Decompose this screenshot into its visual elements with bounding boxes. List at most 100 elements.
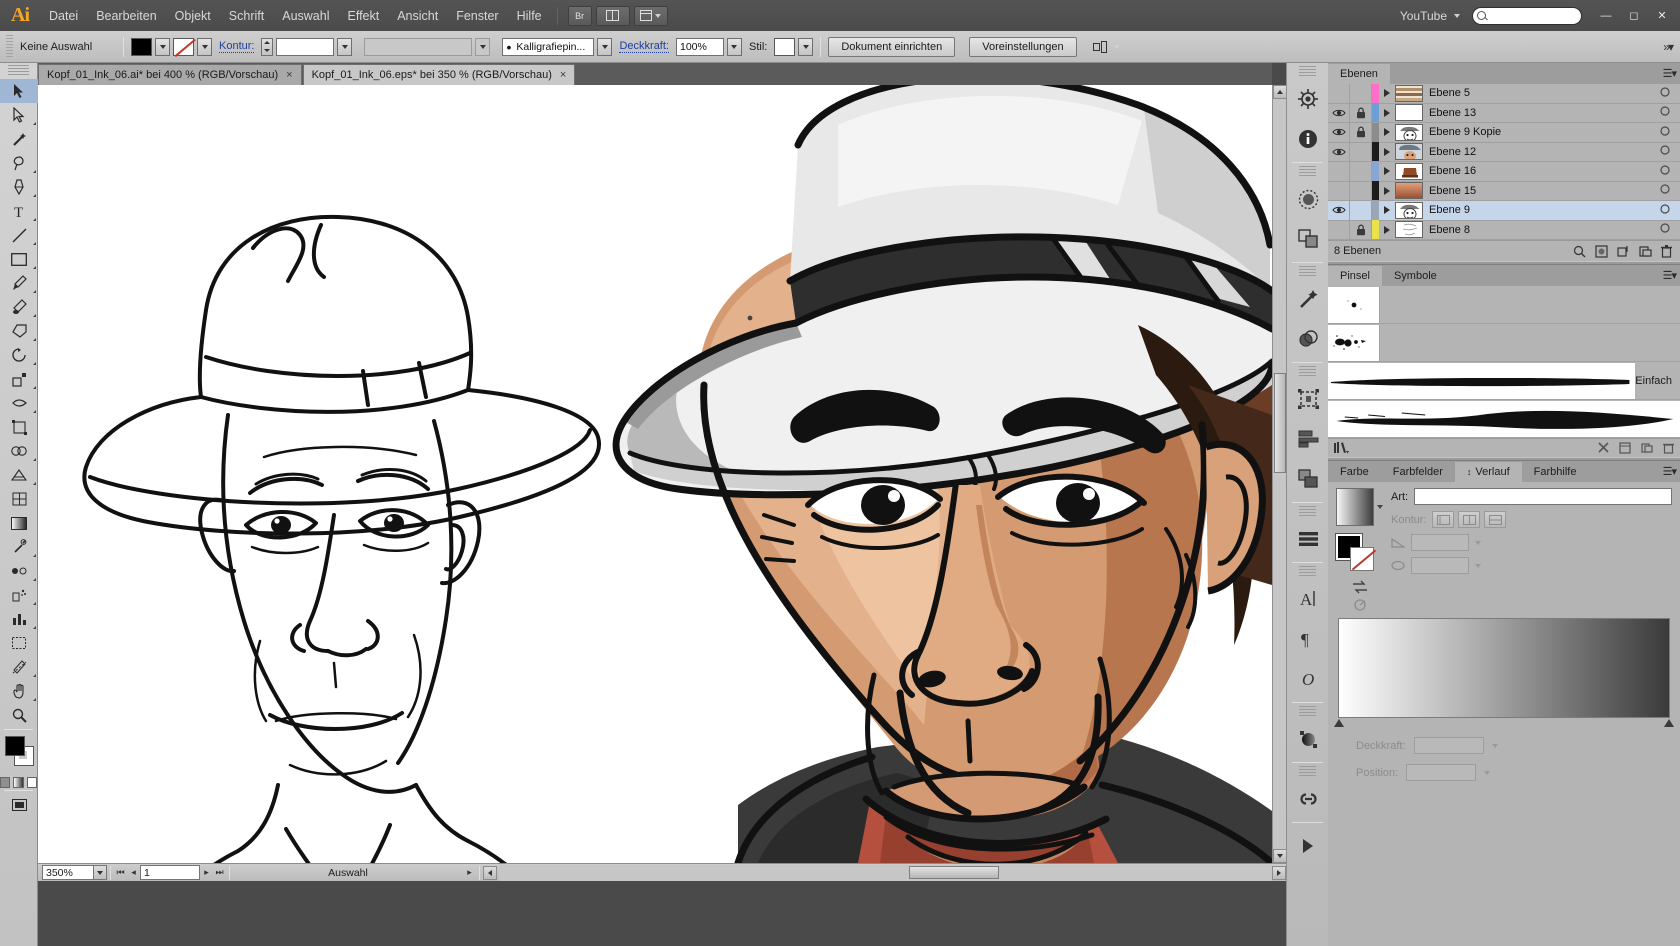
brush-definition-dropdown[interactable]: [597, 38, 612, 56]
gradient-stops-track[interactable]: [1338, 718, 1670, 732]
last-page-button[interactable]: ⏭: [213, 865, 226, 880]
paragraph-panel-icon[interactable]: ¶: [1287, 619, 1329, 659]
menu-datei[interactable]: Datei: [40, 5, 87, 27]
layer-visibility-toggle[interactable]: [1328, 201, 1350, 220]
layers-panel-icon[interactable]: [1287, 459, 1329, 499]
menu-fenster[interactable]: Fenster: [447, 5, 507, 27]
pathfinder-panel-icon[interactable]: [1287, 219, 1329, 259]
slice-tool[interactable]: [0, 655, 38, 679]
vertical-scroll-thumb[interactable]: [1274, 373, 1286, 473]
dock-group-grip[interactable]: [1299, 266, 1316, 276]
brush-row[interactable]: [1328, 400, 1680, 438]
canvas-vertical-scrollbar[interactable]: [1272, 85, 1286, 863]
fill-color-swatch[interactable]: [131, 38, 152, 56]
layer-visibility-toggle[interactable]: [1328, 123, 1350, 142]
magic-wand-panel-icon[interactable]: [1287, 279, 1329, 319]
type-tool[interactable]: T: [0, 199, 38, 223]
opacity-chevron-down-icon[interactable]: [1492, 744, 1498, 748]
gradient-type-select[interactable]: [1414, 488, 1672, 505]
perspective-grid-tool[interactable]: [0, 463, 38, 487]
gradient-tool[interactable]: [0, 511, 38, 535]
graphic-style-dropdown[interactable]: [798, 38, 813, 56]
brush-definition-field[interactable]: • Kalligrafiepin...: [502, 38, 594, 56]
free-transform-tool[interactable]: [0, 415, 38, 439]
dock-group-grip[interactable]: [1299, 566, 1316, 576]
tab-farbfelder[interactable]: Farbfelder: [1381, 462, 1455, 482]
zoom-level-dropdown[interactable]: [94, 865, 107, 880]
panel-menu-icon[interactable]: ☰▾: [1663, 67, 1676, 80]
layer-visibility-toggle[interactable]: [1328, 103, 1350, 122]
menu-effekt[interactable]: Effekt: [338, 5, 388, 27]
make-clipping-mask-icon[interactable]: [1595, 245, 1608, 258]
gradient-presets-chevron-down-icon[interactable]: [1377, 505, 1383, 509]
dock-group-grip[interactable]: [1299, 506, 1316, 516]
align-panel-icon[interactable]: [1287, 419, 1329, 459]
next-page-button[interactable]: ▸: [200, 865, 213, 880]
tab-farbe[interactable]: Farbe: [1328, 462, 1381, 482]
brush-options-icon[interactable]: [1619, 442, 1631, 454]
scroll-left-button[interactable]: [483, 866, 497, 880]
zoom-tool[interactable]: [0, 703, 38, 727]
shape-builder-tool[interactable]: [0, 439, 38, 463]
character-panel-icon[interactable]: A: [1287, 579, 1329, 619]
tools-panel-grip[interactable]: [8, 65, 29, 77]
info-panel-icon[interactable]: [1287, 119, 1329, 159]
arrange-documents-button[interactable]: [596, 6, 630, 26]
double-arrow-icon[interactable]: »▾: [1663, 40, 1672, 54]
brush-row[interactable]: Einfach: [1328, 362, 1680, 400]
dock-rail-grip[interactable]: [1299, 66, 1316, 76]
artboard-canvas[interactable]: [38, 85, 1272, 863]
previous-page-button[interactable]: ◂: [127, 865, 140, 880]
youtube-chevron-down-icon[interactable]: [1454, 14, 1460, 18]
opacity-dropdown[interactable]: [727, 38, 742, 56]
layer-target-indicator[interactable]: [1660, 165, 1680, 178]
new-sublayer-icon[interactable]: [1617, 245, 1630, 258]
layer-row-ebene-9[interactable]: Ebene 9: [1328, 201, 1680, 221]
fill-stroke-indicator[interactable]: [0, 734, 38, 774]
layer-visibility-toggle[interactable]: [1328, 181, 1350, 200]
stroke-weight-stepper[interactable]: [261, 38, 273, 56]
layer-lock-toggle[interactable]: [1350, 103, 1372, 122]
blob-brush-tool[interactable]: [0, 295, 38, 319]
layer-target-indicator[interactable]: [1660, 223, 1680, 236]
stroke-weight-field[interactable]: [276, 38, 334, 56]
new-brush-icon[interactable]: [1641, 442, 1653, 454]
layer-target-indicator[interactable]: [1660, 204, 1680, 217]
layer-lock-toggle[interactable]: [1350, 142, 1372, 161]
document-tab-eps[interactable]: Kopf_01_Ink_06.eps* bei 350 % (RGB/Vorsc…: [303, 64, 576, 85]
align-chevron-down-icon[interactable]: [1114, 45, 1120, 49]
dock-group-grip[interactable]: [1299, 766, 1316, 776]
close-icon[interactable]: ×: [560, 69, 566, 81]
eraser-tool[interactable]: [0, 319, 38, 343]
dock-group-grip[interactable]: [1299, 706, 1316, 716]
layer-lock-toggle[interactable]: [1350, 201, 1372, 220]
layer-target-indicator[interactable]: [1660, 145, 1680, 158]
transparency-panel-icon[interactable]: [1287, 179, 1329, 219]
stroke-weight-dropdown[interactable]: [337, 38, 352, 56]
layer-expand-toggle[interactable]: [1379, 103, 1395, 122]
locate-object-icon[interactable]: [1573, 245, 1586, 258]
eyedropper-tool[interactable]: [0, 535, 38, 559]
tab-verlauf[interactable]: ↕ Verlauf: [1455, 462, 1522, 482]
gradient-mode-button[interactable]: [13, 777, 23, 788]
new-layer-icon[interactable]: [1639, 245, 1652, 258]
appearance-panel-icon[interactable]: [1287, 319, 1329, 359]
gradient-preview-swatch[interactable]: [1336, 488, 1374, 526]
gradient-angle-icon[interactable]: [1352, 598, 1368, 612]
scroll-down-button[interactable]: [1273, 849, 1287, 863]
layer-lock-toggle[interactable]: [1350, 220, 1372, 239]
layer-lock-toggle[interactable]: [1350, 162, 1372, 181]
layer-expand-toggle[interactable]: [1379, 123, 1395, 142]
fill-dropdown-button[interactable]: [155, 38, 170, 56]
scroll-up-button[interactable]: [1273, 85, 1287, 99]
line-segment-tool[interactable]: [0, 223, 38, 247]
layer-target-indicator[interactable]: [1660, 87, 1680, 100]
layer-visibility-toggle[interactable]: [1328, 142, 1350, 161]
dock-group-grip[interactable]: [1299, 166, 1316, 176]
first-page-button[interactable]: ⏮: [114, 865, 127, 880]
align-icon[interactable]: [1093, 40, 1108, 54]
bridge-button[interactable]: Br: [568, 6, 592, 26]
artboard-number-field[interactable]: 1: [140, 865, 200, 880]
search-box[interactable]: [1472, 7, 1582, 25]
menu-bearbeiten[interactable]: Bearbeiten: [87, 5, 165, 27]
